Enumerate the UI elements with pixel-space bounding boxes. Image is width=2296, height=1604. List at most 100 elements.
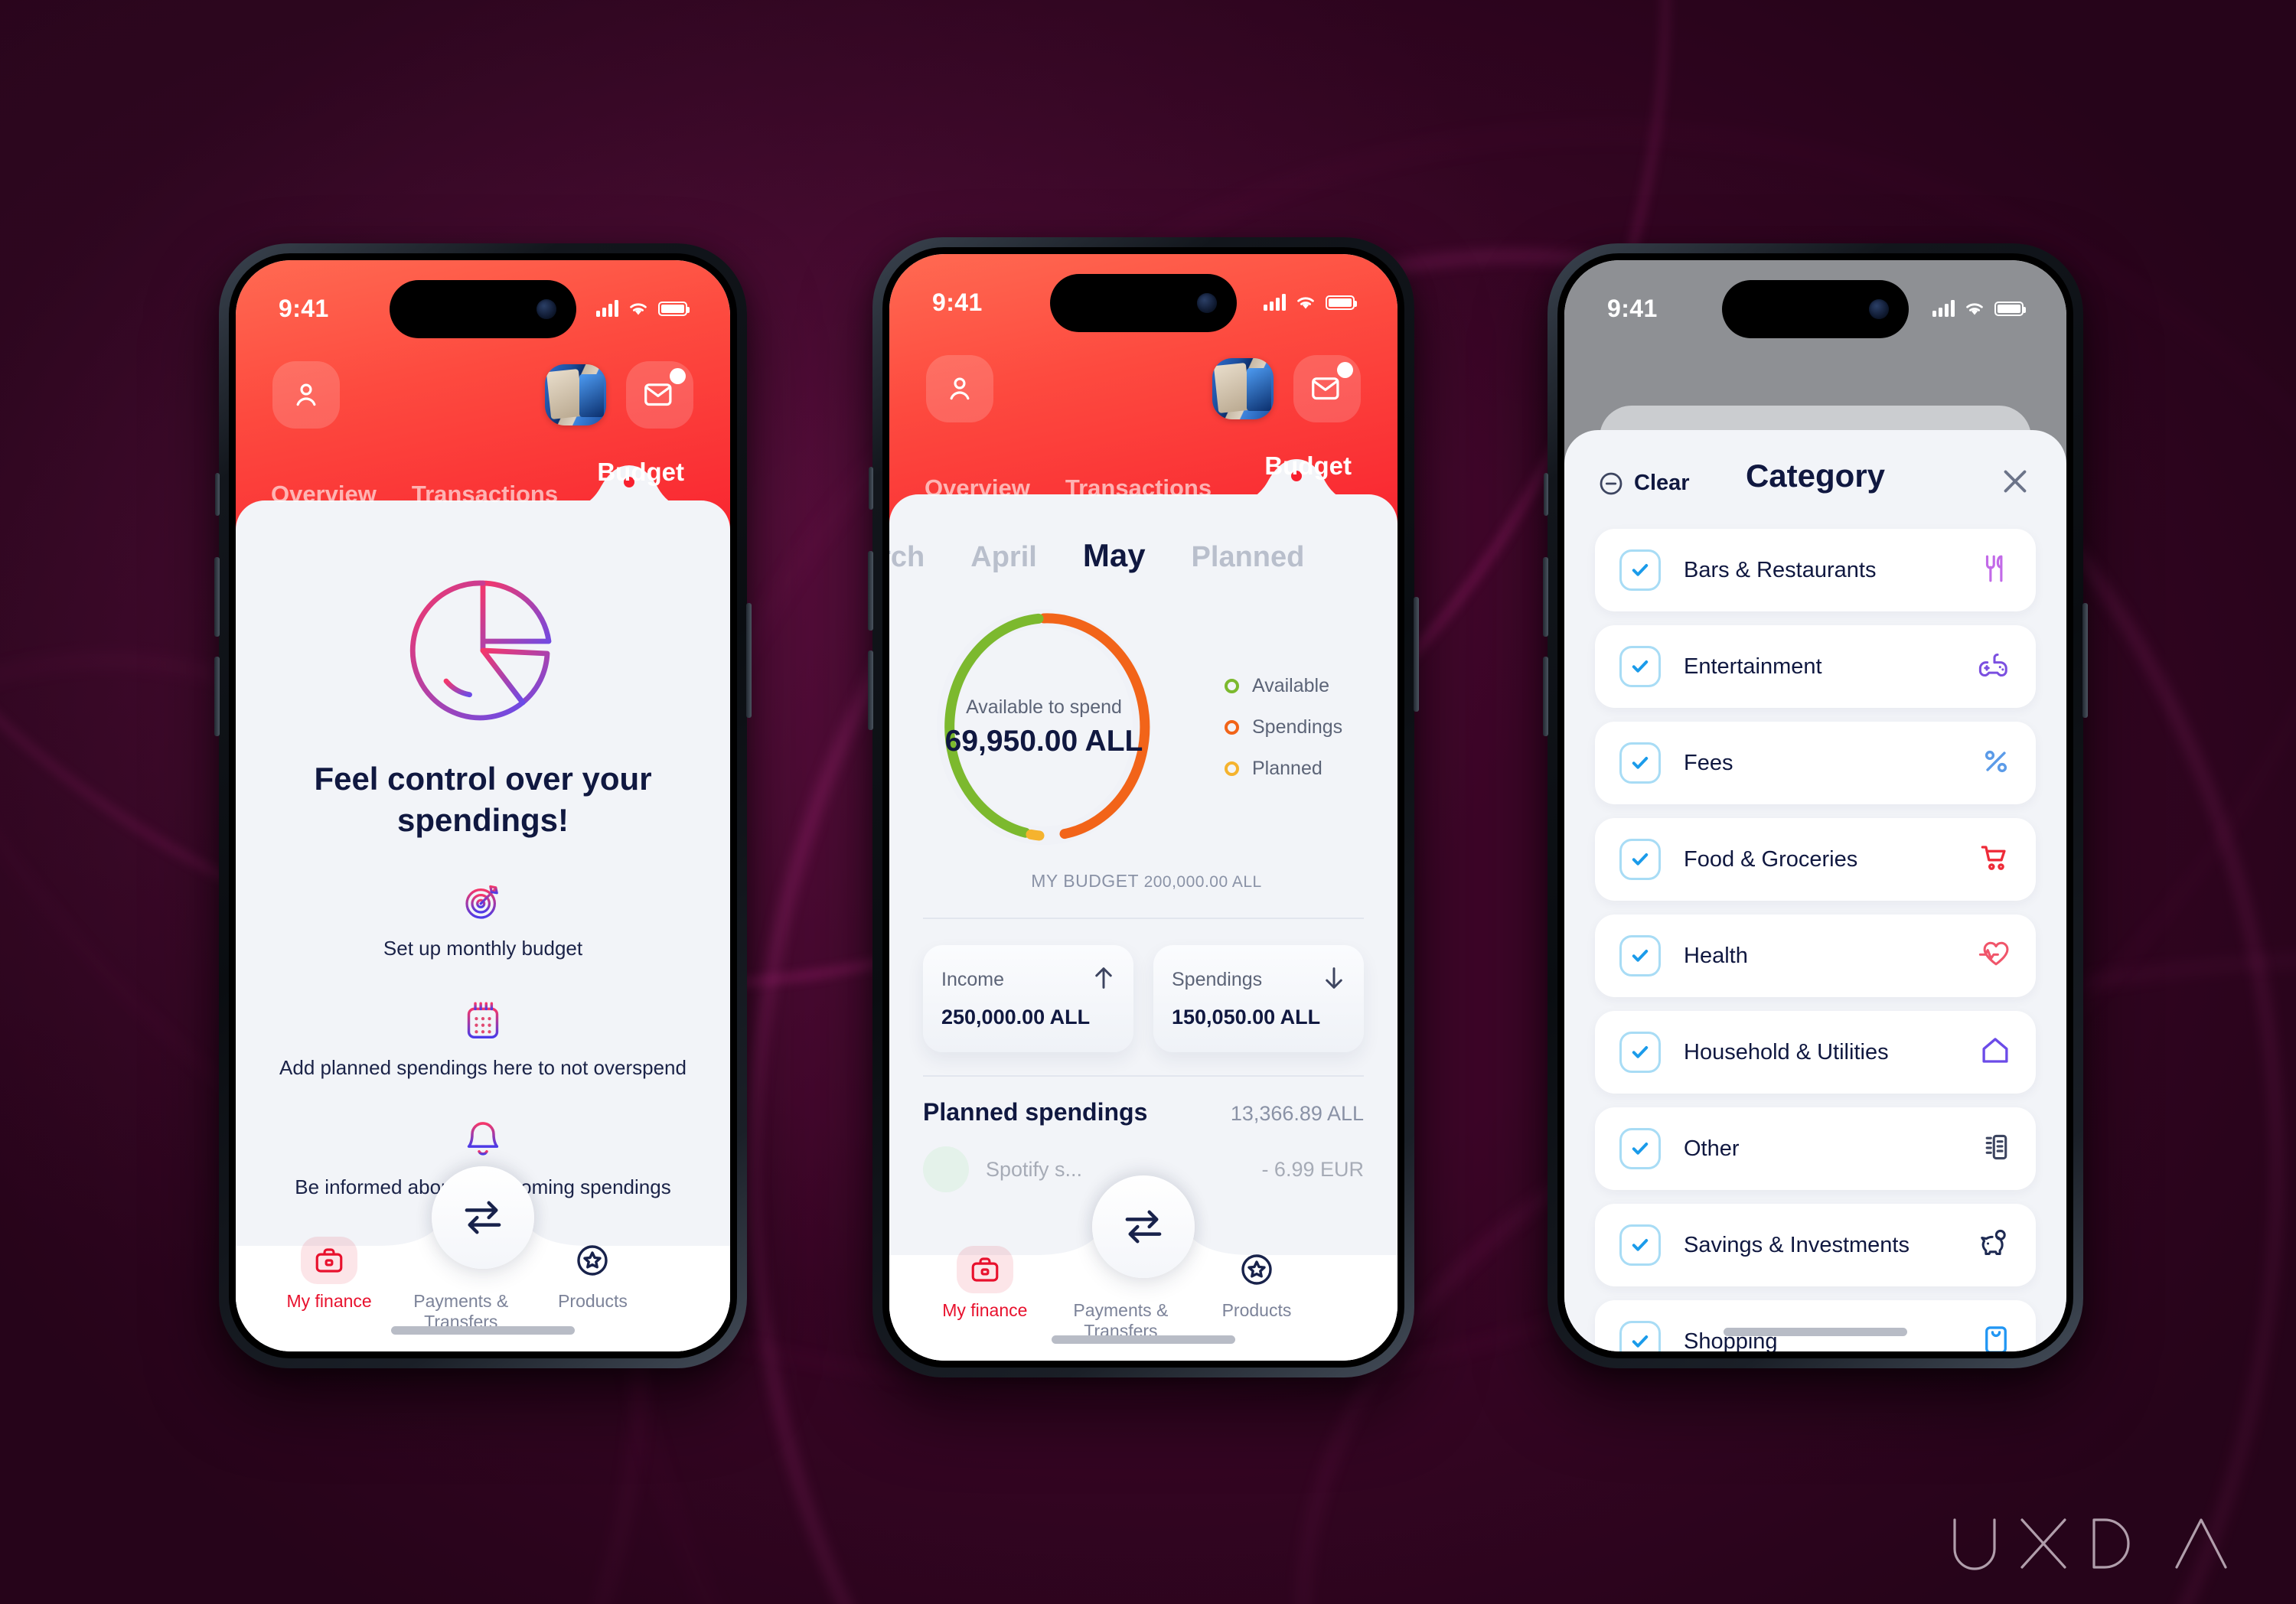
category-label: Fees	[1684, 750, 1733, 775]
piggy-bank-icon	[1978, 1228, 2011, 1263]
arrow-up-icon	[1092, 965, 1115, 995]
feature-label: Set up monthly budget	[383, 936, 583, 960]
month-tab-may[interactable]: May	[1060, 537, 1169, 574]
my-budget-caption: MY BUDGET 200,000.00 ALL	[889, 871, 1397, 892]
cutlery-icon	[1979, 553, 2011, 588]
screen-category-filter: 9:41 Clear Category Bars & Restaurants E…	[1564, 260, 2066, 1351]
checkbox-checked[interactable]	[1619, 742, 1661, 784]
phone-mockup-category-filter: 9:41 Clear Category Bars & Restaurants E…	[1543, 243, 2088, 1368]
briefcase-icon	[956, 1246, 1013, 1293]
briefcase-icon	[301, 1237, 358, 1284]
month-tab-planned[interactable]: Planned	[1169, 541, 1328, 574]
list-item[interactable]: Bars & Restaurants	[1595, 529, 2036, 611]
budget-donut-chart: Available to spend 69,950.00 ALL	[921, 597, 1166, 857]
clear-button[interactable]: Clear	[1598, 471, 1690, 497]
heart-pulse-icon	[1978, 938, 2011, 974]
list-item[interactable]: Savings & Investments	[1595, 1204, 2036, 1286]
close-button[interactable]	[1998, 464, 2033, 503]
home-indicator	[1052, 1335, 1235, 1344]
bell-icon	[295, 1118, 670, 1162]
wifi-icon	[630, 303, 647, 315]
legend-item: Available	[1225, 675, 1342, 697]
profile-button[interactable]	[926, 355, 993, 422]
list-item[interactable]: Shopping	[1595, 1300, 2036, 1351]
legend-label: Planned	[1252, 757, 1322, 779]
mail-icon	[644, 383, 672, 406]
list-item[interactable]: Fees	[1595, 722, 2036, 804]
unread-badge	[670, 368, 686, 384]
uxda-logo	[1947, 1515, 2230, 1573]
cellular-bars-icon	[596, 300, 618, 317]
status-time: 9:41	[1607, 294, 1658, 322]
messages-button[interactable]	[1293, 355, 1361, 422]
check-icon	[1632, 1335, 1649, 1348]
avatar[interactable]	[545, 364, 606, 425]
my-budget-label: MY BUDGET	[1031, 871, 1139, 891]
nav-item-products[interactable]: Products	[527, 1237, 658, 1312]
close-icon	[2004, 470, 2027, 493]
list-item[interactable]: Other	[1595, 1107, 2036, 1190]
cart-icon	[1979, 842, 2011, 878]
legend-label: Spendings	[1252, 716, 1343, 738]
transfer-fab-button[interactable]	[432, 1166, 534, 1269]
bottom-navigation: My finance Payments & Transfers Products	[236, 1166, 730, 1351]
checkbox-checked[interactable]	[1619, 549, 1661, 591]
section-title: Planned spendings	[923, 1098, 1148, 1126]
page-title: Feel control over your spendings!	[314, 761, 652, 838]
star-badge-icon	[1189, 1246, 1325, 1293]
person-icon	[950, 377, 970, 400]
feature-item: Add planned spendings here to not oversp…	[279, 999, 687, 1080]
spendings-label: Spendings	[1172, 969, 1263, 990]
target-dart-icon	[383, 879, 582, 924]
checkbox-checked[interactable]	[1619, 1321, 1661, 1351]
checkbox-checked[interactable]	[1619, 1032, 1661, 1073]
list-item[interactable]: Entertainment	[1595, 625, 2036, 708]
spendings-card[interactable]: Spendings 150,050.00 ALL	[1153, 945, 1364, 1052]
category-label: Other	[1684, 1136, 1740, 1161]
list-item[interactable]: Food & Groceries	[1595, 818, 2036, 901]
minus-circle-icon	[1600, 472, 1623, 494]
profile-button[interactable]	[272, 361, 340, 429]
category-label: Savings & Investments	[1684, 1232, 1910, 1257]
month-selector: arch April May Planned	[889, 494, 1397, 574]
planned-spendings-header: Planned spendings 13,366.89 ALL	[889, 1077, 1397, 1126]
nav-item-products[interactable]: Products	[1189, 1246, 1325, 1321]
phone-mockup-budget: 9:41 Overview Transactions Budget ch Apr…	[868, 237, 1419, 1377]
mute-switch	[869, 467, 873, 510]
percent-icon	[1981, 746, 2011, 781]
list-item[interactable]: Household & Utilities	[1595, 1011, 2036, 1094]
list-item[interactable]: Health	[1595, 914, 2036, 997]
dynamic-island	[390, 280, 576, 338]
checkbox-checked[interactable]	[1619, 1128, 1661, 1169]
checkbox-checked[interactable]	[1619, 646, 1661, 687]
legend-label: Available	[1252, 674, 1330, 696]
person-icon	[296, 383, 316, 406]
nav-item-my-finance[interactable]: My finance	[917, 1246, 1053, 1321]
mute-switch	[1544, 473, 1548, 516]
nav-item-my-finance[interactable]: My finance	[263, 1237, 395, 1312]
star-badge-icon	[527, 1237, 658, 1284]
transfer-fab-button[interactable]	[1092, 1175, 1195, 1278]
check-icon	[1632, 564, 1649, 576]
checkbox-checked[interactable]	[1619, 839, 1661, 880]
front-camera-icon	[536, 299, 556, 319]
volume-down-button	[1543, 657, 1548, 736]
income-card[interactable]: Income 250,000.00 ALL	[923, 945, 1133, 1052]
avatar[interactable]	[1212, 358, 1274, 419]
category-label: Entertainment	[1684, 654, 1822, 679]
status-bar: 9:41	[889, 254, 1397, 340]
spotify-icon	[923, 1146, 969, 1192]
front-camera-icon	[1197, 293, 1217, 313]
transfer-arrows-icon	[1125, 1210, 1162, 1244]
month-tab-april[interactable]: April	[947, 541, 1060, 574]
checkbox-checked[interactable]	[1619, 935, 1661, 976]
planned-spendings-amount: 13,366.89 ALL	[1230, 1102, 1364, 1125]
screen-budget: 9:41 Overview Transactions Budget ch Apr…	[889, 254, 1397, 1361]
messages-button[interactable]	[626, 361, 693, 429]
month-tab-march[interactable]: arch	[889, 541, 947, 574]
uxda-wordmark-icon	[1953, 1518, 2227, 1570]
checkbox-checked[interactable]	[1619, 1224, 1661, 1266]
status-time: 9:41	[932, 288, 983, 316]
wifi-icon	[1966, 303, 1983, 315]
unread-badge	[1337, 362, 1353, 378]
